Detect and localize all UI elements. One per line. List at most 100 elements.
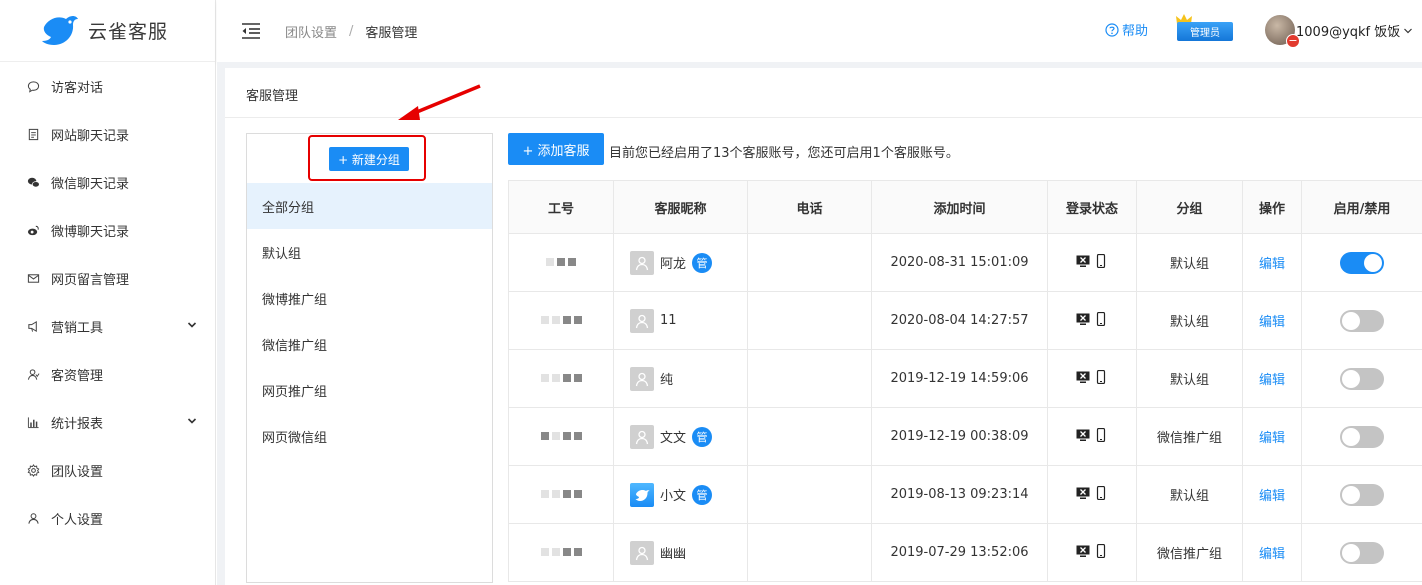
chevron-down-icon [187, 322, 197, 328]
masked-staff-id [540, 316, 582, 324]
edit-link[interactable]: 编辑 [1259, 257, 1285, 272]
added-time-cell: 2020-08-31 15:01:09 [871, 233, 1048, 292]
sidebar-item-team-settings[interactable]: 团队设置 [0, 446, 215, 494]
group-item-web[interactable]: 网页推广组 [247, 367, 492, 413]
enable-cell [1301, 233, 1422, 292]
added-time-cell: 2019-12-19 00:38:09 [871, 407, 1048, 466]
login-status-cell [1047, 407, 1137, 466]
added-time-cell: 2019-08-13 09:23:14 [871, 465, 1048, 524]
gear-icon [26, 463, 40, 477]
help-link[interactable]: 帮助 [1105, 20, 1148, 39]
new-group-button[interactable]: + 新建分组 [329, 147, 409, 171]
enable-toggle[interactable] [1340, 541, 1384, 564]
column-header-action: 操作 [1242, 180, 1302, 234]
admin-tag: 管 [692, 484, 713, 505]
enable-cell [1301, 291, 1422, 350]
sidebar-item-customer-management[interactable]: 客资管理 [0, 350, 215, 398]
megaphone-icon [26, 319, 40, 333]
staff-id-cell [508, 523, 614, 582]
staff-id-cell [508, 349, 614, 408]
masked-staff-id [546, 258, 576, 266]
column-header-enable: 启用/禁用 [1301, 180, 1422, 234]
desktop-offline-icon [1076, 313, 1090, 325]
edit-link[interactable]: 编辑 [1259, 315, 1285, 330]
group-item-all[interactable]: 全部分组 [247, 183, 492, 229]
login-status-cell [1047, 291, 1137, 350]
user-menu[interactable]: 1009@yqkf 饭饭 [1296, 21, 1413, 40]
avatar-placeholder-icon [630, 366, 654, 391]
mobile-icon [1096, 369, 1106, 384]
table-row: 阿龙管 2020-08-31 15:01:09 默认组 编辑 [508, 233, 1422, 292]
group-list: + 新建分组 全部分组 默认组 微博推广组 微信推广组 网页推广组 网页微信组 [246, 133, 493, 583]
staff-id-cell [508, 407, 614, 466]
edit-link[interactable]: 编辑 [1259, 373, 1285, 388]
sidebar-item-web-messages[interactable]: 网页留言管理 [0, 254, 215, 302]
sidebar-item-weibo-records[interactable]: 微博聊天记录 [0, 206, 215, 254]
added-time-cell: 2019-12-19 14:59:06 [871, 349, 1048, 408]
user-icon [26, 511, 40, 525]
nickname-cell: 文文管 [613, 407, 748, 466]
sidebar-item-label: 营销工具 [51, 320, 104, 336]
enable-toggle[interactable] [1340, 483, 1384, 506]
enable-toggle[interactable] [1340, 425, 1384, 448]
avatar[interactable]: − [1265, 15, 1300, 48]
admin-tag: 管 [692, 252, 713, 273]
sidebar: 云雀客服 访客对话 网站聊天记录 微信聊天记录 微博聊天记录 网页留言管理 营销… [0, 0, 216, 585]
edit-link[interactable]: 编辑 [1259, 489, 1285, 504]
table-row: 11 2020-08-04 14:27:57 默认组 编辑 [508, 291, 1422, 350]
added-time-cell: 2019-07-29 13:52:06 [871, 523, 1048, 582]
edit-link[interactable]: 编辑 [1259, 431, 1285, 446]
masked-staff-id [540, 432, 582, 440]
staff-table: 工号 客服昵称 电话 添加时间 登录状态 分组 操作 启用/禁用 阿龙管 2020… [508, 180, 1422, 582]
enable-toggle[interactable] [1340, 309, 1384, 332]
sidebar-item-marketing-tools[interactable]: 营销工具 [0, 302, 215, 350]
sidebar-item-web-chat-records[interactable]: 网站聊天记录 [0, 110, 215, 158]
action-cell: 编辑 [1242, 407, 1302, 466]
enable-toggle[interactable] [1340, 367, 1384, 390]
edit-link[interactable]: 编辑 [1259, 547, 1285, 562]
group-item-wechat[interactable]: 微信推广组 [247, 321, 492, 367]
group-cell: 默认组 [1136, 465, 1243, 524]
sidebar-item-wechat-records[interactable]: 微信聊天记录 [0, 158, 215, 206]
staff-id-cell [508, 291, 614, 350]
enable-toggle[interactable] [1340, 251, 1384, 274]
top-header: 团队设置 / 客服管理 帮助 管理员 − 1009@yqkf 饭饭 [217, 0, 1422, 62]
sidebar-menu: 访客对话 网站聊天记录 微信聊天记录 微博聊天记录 网页留言管理 营销工具 客资… [0, 62, 215, 542]
group-item-weibo[interactable]: 微博推广组 [247, 275, 492, 321]
group-item-web-wechat[interactable]: 网页微信组 [247, 413, 492, 459]
group-cell: 微信推广组 [1136, 523, 1243, 582]
table-header-row: 工号 客服昵称 电话 添加时间 登录状态 分组 操作 启用/禁用 [508, 180, 1422, 234]
group-item-default[interactable]: 默认组 [247, 229, 492, 275]
phone-cell [747, 233, 872, 292]
bar-chart-icon [26, 415, 40, 429]
nickname-cell: 小文管 [613, 465, 748, 524]
phone-cell [747, 291, 872, 350]
weibo-icon [26, 223, 40, 237]
add-staff-button[interactable]: + 添加客服 [508, 133, 604, 165]
sidebar-item-label: 团队设置 [51, 464, 104, 480]
breadcrumb-team-settings[interactable]: 团队设置 [285, 22, 337, 41]
nickname-cell: 纯 [613, 349, 748, 408]
enable-cell [1301, 523, 1422, 582]
sidebar-item-statistics[interactable]: 统计报表 [0, 398, 215, 446]
nickname-cell: 幽幽 [613, 523, 748, 582]
page-title: 客服管理 [246, 89, 299, 104]
avatar-placeholder-icon [630, 540, 654, 565]
added-time-cell: 2020-08-04 14:27:57 [871, 291, 1048, 350]
sidebar-item-personal-settings[interactable]: 个人设置 [0, 494, 215, 542]
sidebar-item-label: 网页留言管理 [51, 272, 130, 288]
group-cell: 默认组 [1136, 233, 1243, 292]
collapse-menu-icon[interactable] [241, 22, 261, 40]
column-header-group: 分组 [1136, 180, 1243, 234]
table-row: 纯 2019-12-19 14:59:06 默认组 编辑 [508, 349, 1422, 408]
column-header-nickname: 客服昵称 [613, 180, 748, 234]
logo[interactable]: 云雀客服 [0, 0, 215, 62]
sidebar-item-visitor-chat[interactable]: 访客对话 [0, 62, 215, 110]
sidebar-item-label: 访客对话 [51, 80, 104, 96]
sidebar-item-label: 客资管理 [51, 368, 104, 384]
document-icon [26, 127, 40, 141]
avatar-placeholder-icon [630, 308, 654, 333]
desktop-offline-icon [1076, 429, 1090, 441]
bird-avatar-icon [630, 482, 654, 507]
table-body: 阿龙管 2020-08-31 15:01:09 默认组 编辑 11 2020-08-04 … [508, 233, 1422, 582]
